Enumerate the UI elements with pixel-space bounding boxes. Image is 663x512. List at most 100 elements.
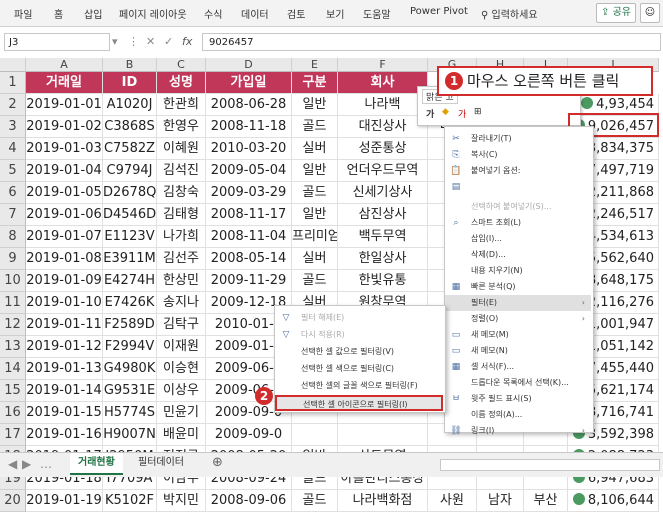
table-cell[interactable]: 일반 bbox=[292, 204, 338, 226]
table-cell[interactable]: 이재원 bbox=[157, 336, 206, 358]
filter-submenu-item[interactable]: 선택한 셀 색으로 필터링(C) bbox=[275, 361, 443, 377]
table-cell[interactable]: 나라백화점 bbox=[338, 490, 428, 512]
table-cell[interactable]: F2589D bbox=[103, 314, 157, 336]
table-cell[interactable]: 2019-01-06 bbox=[26, 204, 103, 226]
table-cell[interactable]: D4546D bbox=[103, 204, 157, 226]
table-cell[interactable]: 프리미엄 bbox=[292, 226, 338, 248]
enter-icon[interactable]: ✓ bbox=[164, 35, 173, 48]
name-box-dropdown-icon[interactable]: ▾ bbox=[112, 35, 118, 48]
table-cell[interactable]: 한영우 bbox=[157, 116, 206, 138]
table-cell[interactable]: 김선주 bbox=[157, 248, 206, 270]
table-cell[interactable]: 성준통상 bbox=[338, 138, 428, 160]
cancel-icon[interactable]: ✕ bbox=[146, 35, 155, 48]
header-cell[interactable]: 거래일 bbox=[26, 72, 103, 94]
table-cell[interactable]: 한상민 bbox=[157, 270, 206, 292]
table-cell[interactable]: 이상우 bbox=[157, 380, 206, 402]
context-menu-item[interactable]: ⎘ 복사(C) bbox=[445, 147, 591, 163]
table-cell[interactable]: A1020J bbox=[103, 94, 157, 116]
header-cell[interactable]: 회사 bbox=[338, 72, 428, 94]
table-cell[interactable]: 이혜원 bbox=[157, 138, 206, 160]
column-header[interactable]: E bbox=[292, 58, 338, 72]
table-cell[interactable]: E4274H bbox=[103, 270, 157, 292]
row-header[interactable]: 5 bbox=[0, 160, 26, 182]
table-cell[interactable]: 2019-01-12 bbox=[26, 336, 103, 358]
table-cell[interactable]: 2019-01-07 bbox=[26, 226, 103, 248]
table-cell[interactable]: 송지나 bbox=[157, 292, 206, 314]
table-cell[interactable]: 2019-01-09 bbox=[26, 270, 103, 292]
comments-button[interactable]: ☺ bbox=[640, 3, 660, 23]
table-cell[interactable]: 일반 bbox=[292, 160, 338, 182]
table-cell[interactable]: 2019-01-01 bbox=[26, 94, 103, 116]
row-header[interactable]: 15 bbox=[0, 380, 26, 402]
filter-submenu-item[interactable]: 선택한 셀 값으로 필터링(V) bbox=[275, 344, 443, 360]
table-cell[interactable]: 골드 bbox=[292, 490, 338, 512]
row-header[interactable]: 13 bbox=[0, 336, 26, 358]
table-cell[interactable]: 2019-01-16 bbox=[26, 424, 103, 446]
table-cell[interactable]: 2019-01-19 bbox=[26, 490, 103, 512]
table-cell[interactable]: 2008-11-17 bbox=[206, 204, 292, 226]
borders-icon[interactable]: ⊞ bbox=[474, 107, 482, 117]
table-cell[interactable]: 박지민 bbox=[157, 490, 206, 512]
header-cell[interactable]: ID bbox=[103, 72, 157, 94]
tab-help[interactable]: 도움말 bbox=[363, 6, 391, 21]
context-menu-item[interactable]: 삭제(D)... bbox=[445, 247, 591, 263]
row-header[interactable]: 3 bbox=[0, 116, 26, 138]
table-cell[interactable]: 나라백 bbox=[338, 94, 428, 116]
context-menu-item[interactable]: 삽입(I)... bbox=[445, 231, 591, 247]
tab-file[interactable]: 파일 bbox=[14, 6, 32, 21]
table-cell[interactable]: 한빛유통 bbox=[338, 270, 428, 292]
table-cell[interactable]: F2994V bbox=[103, 336, 157, 358]
row-header[interactable]: 20 bbox=[0, 490, 26, 512]
filter-submenu-item[interactable]: 선택한 셀 아이콘으로 필터링(I) bbox=[275, 395, 443, 411]
table-cell[interactable]: 2019-01-13 bbox=[26, 358, 103, 380]
row-header[interactable]: 7 bbox=[0, 204, 26, 226]
context-menu-item[interactable]: 선택하여 붙여넣기(S)... bbox=[445, 199, 591, 215]
context-menu-item[interactable]: ㅂ 윗주 필드 표시(S) bbox=[445, 391, 591, 407]
context-menu-item[interactable]: 이름 정의(A)... bbox=[445, 407, 591, 423]
table-cell[interactable]: 2019-01-04 bbox=[26, 160, 103, 182]
tab-data[interactable]: 데이터 bbox=[241, 6, 269, 21]
column-header[interactable]: F bbox=[338, 58, 428, 72]
formula-input[interactable]: 9026457 bbox=[202, 33, 661, 51]
table-cell[interactable]: 삼진상사 bbox=[338, 204, 428, 226]
context-menu-item[interactable]: ▭ 새 메모(M) bbox=[445, 327, 591, 343]
table-cell[interactable]: 신세기상사 bbox=[338, 182, 428, 204]
table-cell[interactable]: C9794J bbox=[103, 160, 157, 182]
table-cell[interactable]: 2019-01-10 bbox=[26, 292, 103, 314]
table-cell[interactable]: 한일상사 bbox=[338, 248, 428, 270]
row-header[interactable]: 1 bbox=[0, 72, 26, 94]
table-cell[interactable]: G9531E bbox=[103, 380, 157, 402]
table-cell[interactable]: 2008-09-06 bbox=[206, 490, 292, 512]
table-cell[interactable]: C7582Z bbox=[103, 138, 157, 160]
table-cell[interactable]: 일반 bbox=[292, 94, 338, 116]
tab-power-pivot[interactable]: Power Pivot bbox=[410, 6, 468, 17]
table-cell[interactable]: 2019-01-11 bbox=[26, 314, 103, 336]
filter-submenu-item[interactable]: ▽ 다시 적용(R) bbox=[275, 327, 443, 343]
next-sheet-icon[interactable]: ▶ bbox=[22, 457, 31, 471]
table-cell[interactable]: 이승현 bbox=[157, 358, 206, 380]
table-cell[interactable]: 골드 bbox=[292, 116, 338, 138]
table-cell[interactable]: 대진상사 bbox=[338, 116, 428, 138]
table-cell[interactable]: 실버 bbox=[292, 138, 338, 160]
table-cell[interactable] bbox=[292, 424, 338, 446]
table-cell[interactable]: 2009-05-04 bbox=[206, 160, 292, 182]
column-header[interactable]: D bbox=[206, 58, 292, 72]
table-cell-amount[interactable]: 8,106,644 bbox=[568, 490, 659, 512]
row-header[interactable]: 17 bbox=[0, 424, 26, 446]
table-cell[interactable] bbox=[338, 424, 428, 446]
table-cell[interactable]: 2008-11-18 bbox=[206, 116, 292, 138]
table-cell[interactable]: 골드 bbox=[292, 182, 338, 204]
insert-function-icon[interactable]: fx bbox=[182, 35, 192, 48]
row-header[interactable]: 11 bbox=[0, 292, 26, 314]
table-cell[interactable]: 2008-05-14 bbox=[206, 248, 292, 270]
table-cell[interactable]: 2009-09-0 bbox=[206, 424, 292, 446]
context-menu-item[interactable]: 📋 붙여넣기 옵션: bbox=[445, 163, 591, 179]
context-menu-item[interactable]: 정렬(O) › bbox=[445, 311, 591, 327]
table-cell[interactable]: 2008-06-28 bbox=[206, 94, 292, 116]
table-cell[interactable]: 2019-01-14 bbox=[26, 380, 103, 402]
table-cell[interactable]: 김탁구 bbox=[157, 314, 206, 336]
context-menu-item[interactable]: ⛓ 링크(I) › bbox=[445, 423, 591, 439]
row-header[interactable]: 8 bbox=[0, 226, 26, 248]
tab-home[interactable]: 홈 bbox=[54, 6, 63, 21]
column-header[interactable]: B bbox=[103, 58, 157, 72]
